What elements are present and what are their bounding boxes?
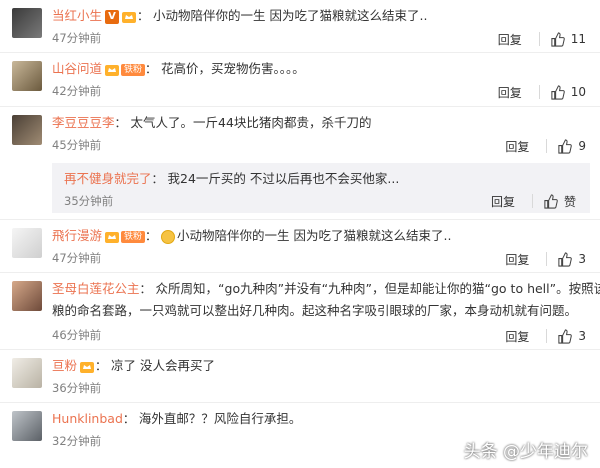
- timestamp: 36分钟前: [52, 381, 102, 395]
- timestamp: 47分钟前: [52, 251, 102, 265]
- thumbs-up-icon: [558, 328, 573, 344]
- thumbs-up-icon: [551, 84, 565, 100]
- comment-item: 李豆豆豆李： 太气人了。一斤44块比猪肉都贵，杀千刀的 45分钟前 回复 9 再不…: [0, 107, 600, 219]
- commenter-name[interactable]: 亘粉: [52, 358, 77, 373]
- timestamp: 47分钟前: [52, 31, 102, 45]
- timestamp: 42分钟前: [52, 84, 102, 98]
- like-count: 9: [578, 139, 586, 153]
- comment-text: 小动物陪伴你的一生 因为吃了猫粮就这么结束了..: [153, 8, 428, 23]
- comment-text: 众所周知，“go九种肉”并没有“九种肉”，但是却能让你的猫“go to hell…: [155, 281, 600, 296]
- reply-button[interactable]: 回复: [498, 251, 536, 268]
- comment-item: 圣母白莲花公主： 众所周知，“go九种肉”并没有“九种肉”，但是却能让你的猫“go…: [0, 273, 600, 349]
- crown-icon: [122, 11, 137, 23]
- timestamp: 32分钟前: [52, 434, 102, 448]
- verified-v-icon: V: [105, 9, 120, 24]
- avatar[interactable]: [12, 411, 42, 441]
- comment-text-continued: 粮的命名套路，一只鸡就可以整出好几种肉。起这种名字吸引眼球的厂家，本身动机就有问…: [52, 303, 578, 318]
- comment-text: 花高价，买宠物伤害。。。。: [161, 61, 305, 76]
- fan-badge: 铁粉: [121, 63, 146, 76]
- thumbs-up-icon: [551, 31, 565, 47]
- like-label: 赞: [563, 194, 576, 209]
- reply-button[interactable]: 回复: [498, 328, 536, 345]
- avatar[interactable]: [12, 8, 42, 38]
- avatar[interactable]: [12, 281, 42, 311]
- avatar[interactable]: [12, 358, 42, 388]
- frown-emoji-icon: [161, 229, 176, 244]
- fan-badge: 铁粉: [121, 230, 146, 243]
- reply-button[interactable]: 回复: [491, 84, 529, 101]
- like-count: 11: [570, 32, 586, 46]
- crown-icon: [80, 361, 95, 373]
- commenter-name[interactable]: 山谷问道: [52, 61, 102, 76]
- like-button[interactable]: 3: [557, 328, 600, 344]
- thumbs-up-icon: [544, 193, 558, 209]
- crown-icon: [105, 231, 120, 243]
- like-button[interactable]: 10: [550, 84, 600, 100]
- avatar[interactable]: [12, 61, 42, 91]
- comment-item: 亘粉：凉了 没人会再买了 36分钟前: [0, 350, 600, 402]
- reply-author-name[interactable]: 再不健身就完了: [64, 171, 152, 186]
- like-button[interactable]: 11: [550, 31, 600, 47]
- thumbs-up-icon: [558, 138, 573, 154]
- thumbs-up-icon: [558, 251, 573, 267]
- commenter-name[interactable]: 飛行漫游: [52, 228, 102, 243]
- comment-text: 凉了 没人会再买了: [111, 358, 216, 373]
- commenter-name[interactable]: 圣母白莲花公主: [52, 281, 140, 296]
- crown-icon: [105, 64, 120, 76]
- commenter-name[interactable]: Hunklinbad: [52, 411, 123, 426]
- watermark: 头条 @少年迪尔: [463, 442, 588, 462]
- comment-text: 海外直邮？？风险自行承担。: [138, 411, 302, 426]
- like-count: 3: [578, 252, 586, 266]
- like-button[interactable]: 赞: [543, 193, 590, 210]
- timestamp: 45分钟前: [52, 138, 102, 152]
- like-button[interactable]: 3: [557, 251, 600, 267]
- reply-button[interactable]: 回复: [498, 138, 536, 155]
- reply-button[interactable]: 回复: [484, 193, 522, 210]
- reply-timestamp: 35分钟前: [64, 194, 114, 208]
- comment-item: 飛行漫游 铁粉：小动物陪伴你的一生 因为吃了猫粮就这么结束了.. 47分钟前 回复…: [0, 220, 600, 272]
- like-button[interactable]: 9: [557, 138, 600, 154]
- commenter-name[interactable]: 当红小生: [52, 8, 102, 23]
- reply-text: 我24一斤买的 不过以后再也不会买他家...: [167, 171, 400, 186]
- comment-text: 小动物陪伴你的一生 因为吃了猫粮就这么结束了..: [177, 228, 452, 243]
- comment-item: 山谷问道 铁粉：花高价，买宠物伤害。。。。 42分钟前 回复 10: [0, 53, 600, 105]
- avatar[interactable]: [12, 115, 42, 145]
- reply-button[interactable]: 回复: [491, 31, 529, 48]
- comment-text: 太气人了。一斤44块比猪肉都贵，杀千刀的: [130, 115, 372, 130]
- avatar[interactable]: [12, 228, 42, 258]
- like-count: 3: [578, 329, 586, 343]
- nested-reply: 再不健身就完了： 我24一斤买的 不过以后再也不会买他家... 35分钟前 回复 …: [52, 163, 590, 213]
- comment-item: 当红小生 V：小动物陪伴你的一生 因为吃了猫粮就这么结束了.. 47分钟前 回复 …: [0, 0, 600, 52]
- timestamp: 46分钟前: [52, 328, 102, 342]
- like-count: 10: [570, 85, 586, 99]
- commenter-name[interactable]: 李豆豆豆李: [52, 115, 115, 130]
